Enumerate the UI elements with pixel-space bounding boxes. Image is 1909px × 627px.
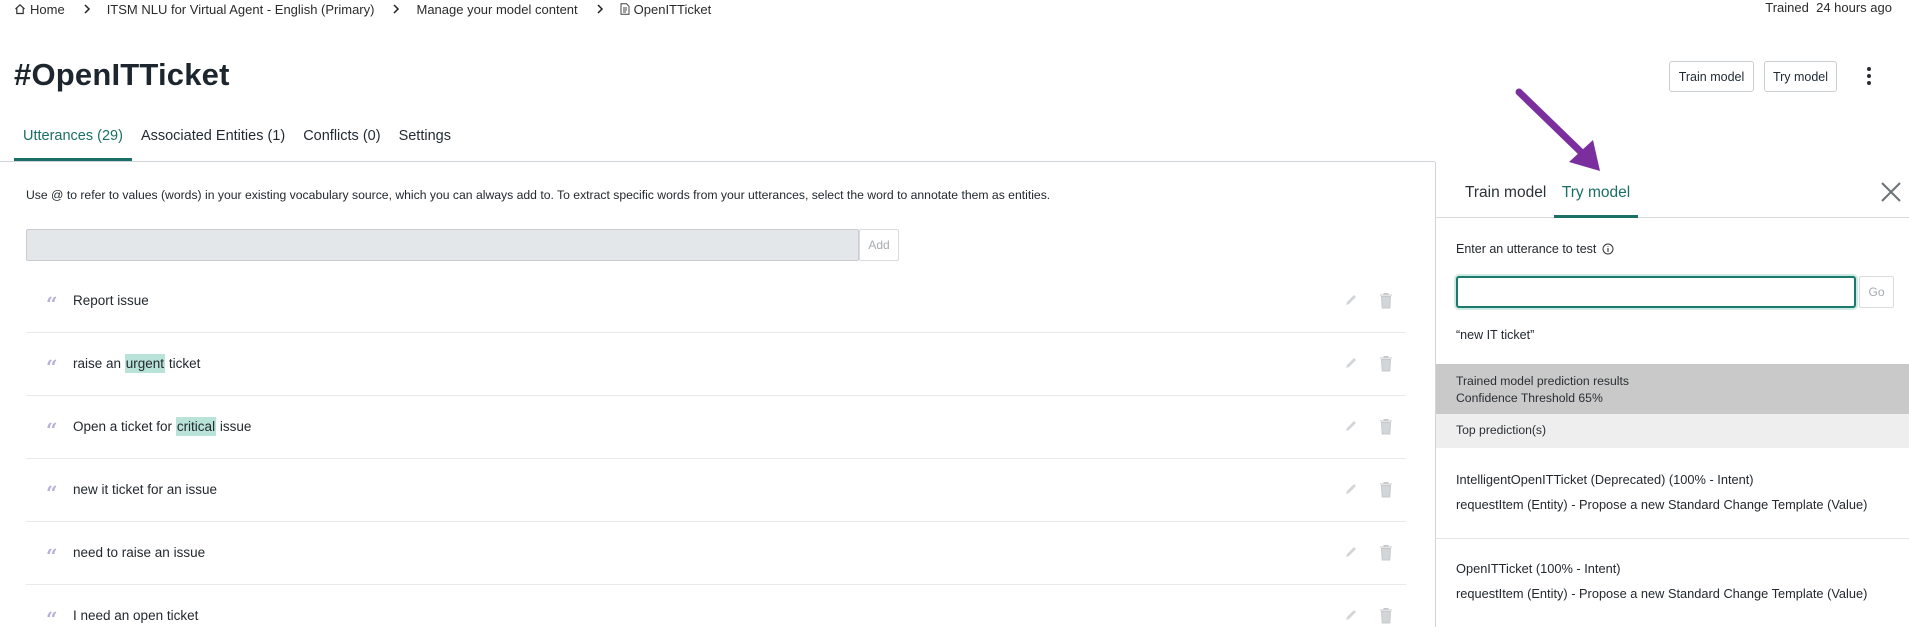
info-icon[interactable] bbox=[1602, 243, 1614, 255]
prediction-entity: requestItem (Entity) - Propose a new Sta… bbox=[1456, 497, 1868, 512]
list-item[interactable]: “ new it ticket for an issue bbox=[26, 459, 1406, 522]
trained-status: Trained 24 hours ago bbox=[1765, 0, 1892, 15]
quote-icon: “ bbox=[46, 544, 58, 568]
prediction-item: OpenITTicket (100% - Intent) requestItem… bbox=[1456, 556, 1867, 606]
trash-icon[interactable] bbox=[1378, 292, 1394, 309]
tab-conflicts[interactable]: Conflicts (0) bbox=[294, 124, 389, 161]
utterance-hint: Use @ to refer to values (words) in your… bbox=[26, 188, 1051, 202]
quote-icon: “ bbox=[46, 607, 58, 627]
tab-associated-entities[interactable]: Associated Entities (1) bbox=[132, 124, 294, 161]
pencil-icon[interactable] bbox=[1343, 355, 1359, 371]
list-item[interactable]: “ I need an open ticket bbox=[26, 585, 1406, 627]
add-utterance-button[interactable]: Add bbox=[859, 229, 899, 261]
trained-time: 24 hours ago bbox=[1816, 0, 1892, 15]
close-icon[interactable] bbox=[1880, 181, 1902, 203]
quote-icon: “ bbox=[46, 481, 58, 505]
utterance-text[interactable]: Report issue bbox=[73, 293, 149, 308]
quote-icon: “ bbox=[46, 418, 58, 442]
breadcrumb-item-content[interactable]: Manage your model content bbox=[416, 2, 577, 17]
tab-bar: Utterances (29) Associated Entities (1) … bbox=[14, 124, 460, 161]
list-item[interactable]: “ Report issue bbox=[26, 270, 1406, 333]
divider bbox=[1436, 538, 1909, 539]
trained-label: Trained bbox=[1765, 0, 1809, 15]
utterance-input[interactable] bbox=[26, 229, 859, 261]
trash-icon[interactable] bbox=[1378, 607, 1394, 624]
utterance-text[interactable]: raise an urgent ticket bbox=[73, 354, 200, 373]
go-button[interactable]: Go bbox=[1859, 276, 1894, 308]
list-item[interactable]: “ raise an urgent ticket bbox=[26, 333, 1406, 396]
panel-tab-try-model[interactable]: Try model bbox=[1554, 184, 1638, 218]
annotation-arrow-icon bbox=[1515, 88, 1600, 171]
quote-icon: “ bbox=[46, 292, 58, 316]
utterance-text[interactable]: need to raise an issue bbox=[73, 545, 205, 560]
pencil-icon[interactable] bbox=[1343, 292, 1359, 308]
chevron-right-icon bbox=[83, 4, 91, 14]
divider bbox=[0, 161, 1435, 162]
prediction-intent: OpenITTicket (100% - Intent) bbox=[1456, 561, 1621, 576]
confidence-threshold: Confidence Threshold 65% bbox=[1456, 391, 1603, 405]
breadcrumb-home[interactable]: Home bbox=[14, 2, 65, 17]
more-options-icon[interactable] bbox=[1864, 64, 1874, 88]
top-predictions-label: Top prediction(s) bbox=[1436, 414, 1909, 448]
utterance-text[interactable]: new it ticket for an issue bbox=[73, 482, 217, 497]
pencil-icon[interactable] bbox=[1343, 607, 1359, 623]
prediction-item: IntelligentOpenITTicket (Deprecated) (10… bbox=[1456, 467, 1867, 517]
results-title: Trained model prediction results bbox=[1456, 374, 1629, 388]
list-item[interactable]: “ need to raise an issue bbox=[26, 522, 1406, 585]
test-utterance-input[interactable] bbox=[1456, 276, 1856, 308]
trash-icon[interactable] bbox=[1378, 418, 1394, 435]
utterance-text[interactable]: I need an open ticket bbox=[73, 608, 198, 623]
breadcrumb: Home ITSM NLU for Virtual Agent - Englis… bbox=[14, 0, 711, 18]
prediction-intent: IntelligentOpenITTicket (Deprecated) (10… bbox=[1456, 472, 1754, 487]
prediction-entity: requestItem (Entity) - Propose a new Sta… bbox=[1456, 586, 1868, 601]
breadcrumb-home-label: Home bbox=[30, 1, 65, 17]
tested-utterance: “new IT ticket” bbox=[1456, 328, 1535, 342]
tab-utterances[interactable]: Utterances (29) bbox=[14, 124, 132, 161]
breadcrumb-item-model[interactable]: ITSM NLU for Virtual Agent - English (Pr… bbox=[107, 2, 375, 17]
try-model-panel: Train model Try model Enter an utterance… bbox=[1435, 162, 1909, 627]
trash-icon[interactable] bbox=[1378, 481, 1394, 498]
tab-settings[interactable]: Settings bbox=[390, 124, 460, 161]
breadcrumb-intent-label: OpenITTicket bbox=[633, 1, 712, 17]
utterance-text[interactable]: Open a ticket for critical issue bbox=[73, 417, 251, 436]
entity-annotation[interactable]: urgent bbox=[124, 354, 166, 373]
chevron-right-icon bbox=[392, 4, 400, 14]
pencil-icon[interactable] bbox=[1343, 544, 1359, 560]
pencil-icon[interactable] bbox=[1343, 481, 1359, 497]
breadcrumb-item-intent: OpenITTicket bbox=[620, 1, 712, 17]
pencil-icon[interactable] bbox=[1343, 418, 1359, 434]
train-model-button[interactable]: Train model bbox=[1669, 61, 1754, 92]
quote-icon: “ bbox=[46, 355, 58, 379]
enter-utterance-text: Enter an utterance to test bbox=[1456, 242, 1597, 256]
trash-icon[interactable] bbox=[1378, 544, 1394, 561]
panel-tab-train-model[interactable]: Train model bbox=[1465, 184, 1546, 215]
enter-utterance-label: Enter an utterance to test bbox=[1456, 242, 1614, 256]
entity-annotation[interactable]: critical bbox=[175, 417, 217, 436]
page-title: #OpenITTicket bbox=[14, 57, 230, 92]
document-icon bbox=[620, 3, 630, 15]
utterance-list: “ Report issue “ raise an urgent ticket … bbox=[26, 270, 1406, 627]
list-item[interactable]: “ Open a ticket for critical issue bbox=[26, 396, 1406, 459]
trash-icon[interactable] bbox=[1378, 355, 1394, 372]
try-model-button[interactable]: Try model bbox=[1764, 61, 1837, 92]
prediction-results-header: Trained model prediction results Confide… bbox=[1436, 364, 1909, 414]
chevron-right-icon bbox=[596, 4, 604, 14]
home-icon bbox=[15, 3, 25, 15]
